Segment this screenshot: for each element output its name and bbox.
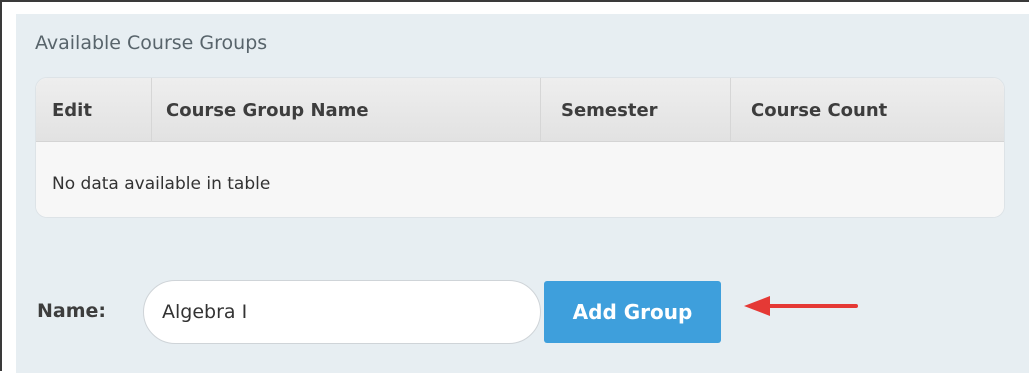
add-group-button[interactable]: Add Group xyxy=(544,281,721,343)
panel-title: Available Course Groups xyxy=(35,32,268,54)
table-header: Edit Course Group Name Semester Course C… xyxy=(36,78,1004,142)
column-header-semester[interactable]: Semester xyxy=(541,78,731,142)
window-frame: Available Course Groups Edit Course Grou… xyxy=(0,0,1029,373)
name-label: Name: xyxy=(37,300,107,322)
column-header-course-group-name[interactable]: Course Group Name xyxy=(152,78,541,142)
arrow-left-icon xyxy=(744,296,858,316)
course-groups-panel: Available Course Groups Edit Course Grou… xyxy=(16,14,1029,373)
course-groups-table: Edit Course Group Name Semester Course C… xyxy=(35,77,1005,218)
column-header-course-count[interactable]: Course Count xyxy=(731,78,1004,142)
group-name-input[interactable] xyxy=(143,280,541,344)
empty-table-message: No data available in table xyxy=(52,174,271,194)
column-header-edit[interactable]: Edit xyxy=(36,78,152,142)
